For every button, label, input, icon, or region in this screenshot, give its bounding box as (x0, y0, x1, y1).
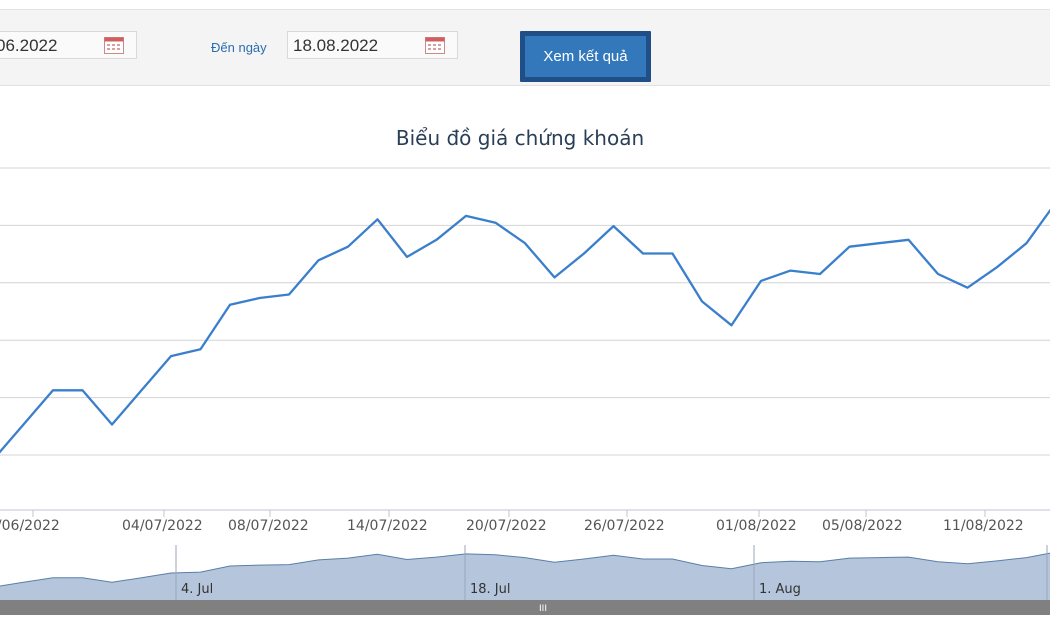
navigator-area (0, 553, 1050, 600)
navigator[interactable]: 4. Jul 18. Jul 1. Aug (0, 545, 1050, 600)
calendar-icon[interactable] (104, 37, 124, 54)
x-tick-label: 01/08/2022 (716, 518, 797, 534)
x-tick-label: 05/08/2022 (822, 518, 903, 534)
x-tick-label: 26/07/2022 (584, 518, 665, 534)
x-axis-labels: 8/06/2022 04/07/2022 08/07/2022 14/07/2022 2… (0, 518, 1024, 534)
navigator-label: 4. Jul (181, 582, 213, 597)
from-date-value: 06.2022 (0, 36, 58, 55)
submit-button-frame: Xem kết quả (520, 31, 651, 82)
navigator-label: 18. Jul (470, 582, 511, 597)
series-line (0, 208, 1050, 454)
grid-lines (0, 167, 1050, 456)
to-date-label: Đến ngày (211, 40, 267, 55)
scrollbar-grip[interactable]: III (539, 604, 547, 614)
x-tick-label: 11/08/2022 (943, 518, 1024, 534)
scrollbar[interactable] (0, 600, 1050, 615)
navigator-label: 1. Aug (759, 582, 801, 597)
x-tick-label: 14/07/2022 (347, 518, 428, 534)
top-strip (0, 0, 1050, 10)
x-tick-label: 8/06/2022 (0, 518, 60, 534)
filter-bar: 06.2022 Đến ngày 18.08.2022 Xem kết quả (0, 10, 1050, 86)
x-tick-label: 04/07/2022 (122, 518, 203, 534)
to-date-input[interactable]: 18.08.2022 (287, 31, 458, 59)
to-date-value: 18.08.2022 (293, 36, 379, 55)
stock-price-chart: Biểu đồ giá chứng khoán 8/06/2022 04/07/2… (0, 126, 1050, 615)
submit-button[interactable]: Xem kết quả (525, 36, 646, 77)
chart-title: Biểu đồ giá chứng khoán (396, 126, 644, 150)
x-tick-label: 08/07/2022 (228, 518, 309, 534)
calendar-icon[interactable] (425, 37, 445, 54)
x-axis-ticks (32, 510, 986, 517)
x-tick-label: 20/07/2022 (466, 518, 547, 534)
from-date-input[interactable]: 06.2022 (0, 31, 137, 59)
